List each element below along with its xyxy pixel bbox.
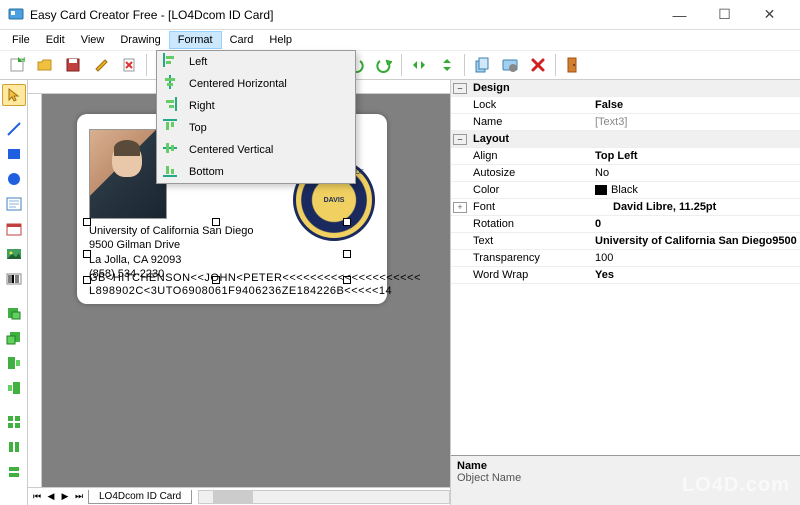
menu-format[interactable]: Format	[169, 31, 222, 49]
barcode-tool[interactable]	[2, 268, 26, 290]
redo-button[interactable]	[371, 52, 397, 78]
prop-transparency[interactable]: Transparency100	[451, 250, 800, 267]
shape-4-tool[interactable]	[2, 377, 26, 399]
property-panel: –Design LockFalse Name[Text3] –Layout Al…	[450, 80, 800, 505]
edit-button[interactable]	[88, 52, 114, 78]
format-top[interactable]: Top	[157, 117, 355, 139]
menu-card[interactable]: Card	[222, 32, 262, 48]
align-right-icon	[163, 97, 181, 115]
text-tool[interactable]	[2, 193, 26, 215]
property-description: Name Object Name	[451, 455, 800, 505]
shape-2-tool[interactable]	[2, 327, 26, 349]
prop-rotation[interactable]: Rotation0	[451, 216, 800, 233]
horizontal-scrollbar[interactable]	[198, 490, 450, 504]
align-center-h-icon	[163, 75, 181, 93]
app-icon	[8, 7, 24, 23]
align-bottom-icon	[163, 163, 181, 181]
tool-palette	[0, 80, 28, 505]
card-settings-button[interactable]	[497, 52, 523, 78]
title-bar: Easy Card Creator Free - [LO4Dcom ID Car…	[0, 0, 800, 30]
minimize-button[interactable]: —	[657, 1, 702, 29]
align-top-icon	[163, 119, 181, 137]
prop-cat-design[interactable]: –Design	[451, 80, 800, 97]
prop-cat-layout[interactable]: –Layout	[451, 131, 800, 148]
prop-color[interactable]: ColorBlack	[451, 182, 800, 199]
save-button[interactable]	[60, 52, 86, 78]
align-tool-2[interactable]	[2, 436, 26, 458]
flip-h-button[interactable]	[406, 52, 432, 78]
menu-view[interactable]: View	[73, 32, 113, 48]
close-button[interactable]: ✕	[747, 1, 792, 29]
format-dropdown: Left Centered Horizontal Right Top Cente…	[156, 50, 356, 184]
align-tool-1[interactable]	[2, 411, 26, 433]
nav-first[interactable]: ⏮	[30, 491, 44, 502]
line-tool[interactable]	[2, 118, 26, 140]
flip-v-button[interactable]	[434, 52, 460, 78]
main-toolbar: + 100% ▾	[0, 50, 800, 80]
prop-wordwrap[interactable]: Word WrapYes	[451, 267, 800, 284]
align-left-icon	[163, 53, 181, 71]
canvas-tab[interactable]: LO4Dcom ID Card	[88, 490, 192, 504]
ruler-vertical	[28, 94, 42, 487]
exit-button[interactable]	[560, 52, 586, 78]
prop-font[interactable]: +FontDavid Libre, 11.25pt	[451, 199, 800, 216]
format-bottom[interactable]: Bottom	[157, 161, 355, 183]
format-center-h[interactable]: Centered Horizontal	[157, 73, 355, 95]
prop-lock[interactable]: LockFalse	[451, 97, 800, 114]
delete-doc-button[interactable]	[116, 52, 142, 78]
window-title: Easy Card Creator Free - [LO4Dcom ID Car…	[30, 8, 657, 22]
shape-1-tool[interactable]	[2, 302, 26, 324]
shape-3-tool[interactable]	[2, 352, 26, 374]
date-tool[interactable]	[2, 218, 26, 240]
menu-bar: File Edit View Drawing Format Card Help	[0, 30, 800, 50]
ellipse-tool[interactable]	[2, 168, 26, 190]
delete-button[interactable]	[525, 52, 551, 78]
maximize-button[interactable]: ☐	[702, 1, 747, 29]
align-tool-3[interactable]	[2, 461, 26, 483]
prop-name[interactable]: Name[Text3]	[451, 114, 800, 131]
format-center-v[interactable]: Centered Vertical	[157, 139, 355, 161]
menu-file[interactable]: File	[4, 32, 38, 48]
svg-text:+: +	[21, 57, 25, 66]
nav-prev[interactable]: ◀	[44, 491, 58, 502]
open-button[interactable]	[32, 52, 58, 78]
prop-align[interactable]: AlignTop Left	[451, 148, 800, 165]
format-left[interactable]: Left	[157, 51, 355, 73]
menu-help[interactable]: Help	[261, 32, 300, 48]
menu-drawing[interactable]: Drawing	[112, 32, 168, 48]
pointer-tool[interactable]	[2, 84, 26, 106]
new-button[interactable]: +	[4, 52, 30, 78]
nav-last[interactable]: ⏭	[72, 491, 86, 502]
prop-text[interactable]: TextUniversity of California San Diego95…	[451, 233, 800, 250]
format-right[interactable]: Right	[157, 95, 355, 117]
image-tool[interactable]	[2, 243, 26, 265]
menu-edit[interactable]: Edit	[38, 32, 73, 48]
card-mrz[interactable]: GB<HITCHENSON<<JOHN<PETER<<<<<<<<<<<<<<<…	[89, 272, 421, 298]
prop-autosize[interactable]: AutosizeNo	[451, 165, 800, 182]
align-center-v-icon	[163, 141, 181, 159]
duplicate-button[interactable]	[469, 52, 495, 78]
nav-next[interactable]: ▶	[58, 491, 72, 502]
rect-tool[interactable]	[2, 143, 26, 165]
canvas-footer: ⏮ ◀ ▶ ⏭ LO4Dcom ID Card	[28, 487, 450, 505]
